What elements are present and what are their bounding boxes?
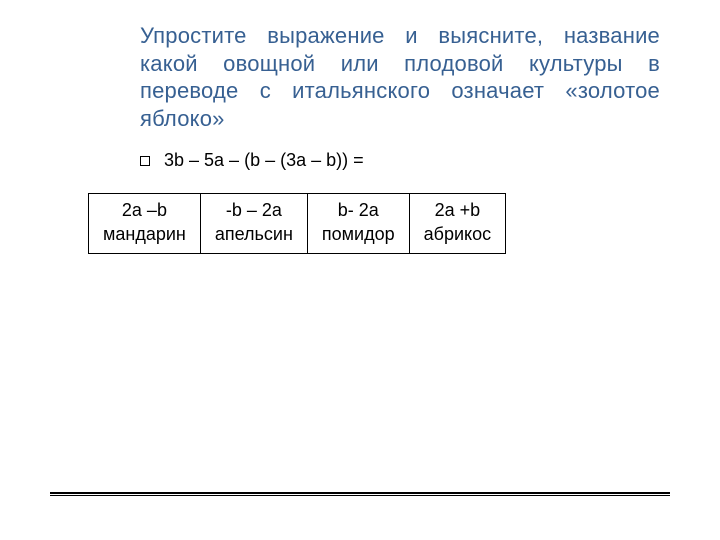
square-bullet-icon — [140, 156, 150, 166]
table-row: 2a –b мандарин -b – 2a апельсин b- 2a по… — [89, 194, 506, 254]
slide-title: Упростите выражение и выясните, название… — [50, 22, 670, 132]
expression-text: 3b – 5а – (b – (3a – b)) = — [164, 150, 364, 171]
slide: Упростите выражение и выясните, название… — [0, 0, 720, 540]
answer-formula: b- 2a — [338, 200, 379, 220]
answer-cell: b- 2a помидор — [307, 194, 409, 254]
answer-cell: -b – 2a апельсин — [200, 194, 307, 254]
answer-formula: 2a +b — [435, 200, 481, 220]
answer-cell: 2a –b мандарин — [89, 194, 201, 254]
answer-formula: 2a –b — [122, 200, 167, 220]
answer-cell: 2a +b абрикос — [409, 194, 505, 254]
expression-row: 3b – 5а – (b – (3a – b)) = — [50, 150, 670, 171]
answer-label: мандарин — [103, 222, 186, 246]
answers-table: 2a –b мандарин -b – 2a апельсин b- 2a по… — [88, 193, 506, 254]
footer-divider — [50, 492, 670, 496]
answer-label: апельсин — [215, 222, 293, 246]
answer-label: помидор — [322, 222, 395, 246]
answer-label: абрикос — [424, 222, 491, 246]
answer-formula: -b – 2a — [226, 200, 282, 220]
